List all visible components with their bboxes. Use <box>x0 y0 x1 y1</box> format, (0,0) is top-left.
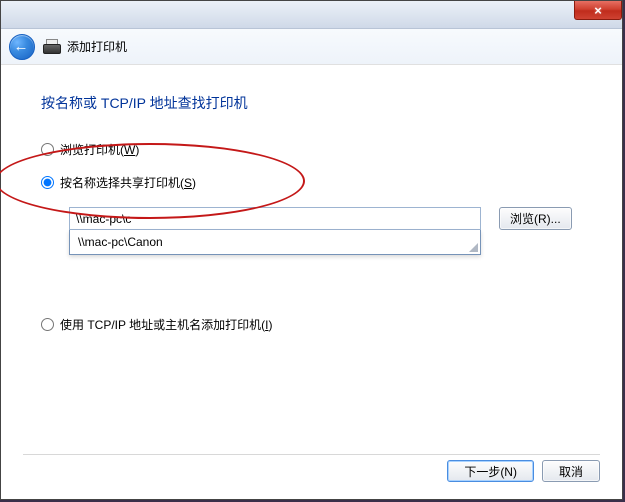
wizard-header: ← 添加打印机 <box>1 29 622 65</box>
back-arrow-icon: ← <box>14 39 29 54</box>
share-path-input[interactable] <box>69 207 481 230</box>
printer-icon <box>43 39 61 55</box>
wizard-title: 添加打印机 <box>67 38 127 55</box>
page-heading: 按名称或 TCP/IP 地址查找打印机 <box>41 93 582 113</box>
option-tcpip[interactable]: 使用 TCP/IP 地址或主机名添加打印机(I) <box>41 316 582 333</box>
option-select-label: 按名称选择共享打印机(S) <box>60 174 196 191</box>
resize-grip-icon[interactable] <box>468 242 478 252</box>
radio-tcpip[interactable] <box>41 318 54 331</box>
cancel-button[interactable]: 取消 <box>542 460 600 482</box>
option-browse-label: 浏览打印机(W) <box>60 141 139 158</box>
footer: 下一步(N) 取消 <box>23 454 600 482</box>
close-button[interactable]: × <box>574 1 622 20</box>
content-area: 按名称或 TCP/IP 地址查找打印机 浏览打印机(W) 按名称选择共享打印机(… <box>1 65 622 453</box>
close-icon: × <box>594 4 602 17</box>
share-path-block: 浏览(R)... \\mac-pc\Canon <box>69 207 582 230</box>
dialog-window: × ← 添加打印机 按名称或 TCP/IP 地址查找打印机 浏览打印机(W) 按… <box>0 0 623 500</box>
browse-button[interactable]: 浏览(R)... <box>499 207 572 230</box>
option-select-shared[interactable]: 按名称选择共享打印机(S) <box>41 174 582 191</box>
radio-select-shared[interactable] <box>41 176 54 189</box>
back-button[interactable]: ← <box>9 34 35 60</box>
next-button[interactable]: 下一步(N) <box>447 460 534 482</box>
radio-browse[interactable] <box>41 143 54 156</box>
titlebar[interactable]: × <box>1 1 622 29</box>
autocomplete-dropdown[interactable]: \\mac-pc\Canon <box>69 230 481 255</box>
autocomplete-item[interactable]: \\mac-pc\Canon <box>70 230 480 254</box>
option-tcpip-label: 使用 TCP/IP 地址或主机名添加打印机(I) <box>60 316 272 333</box>
option-browse[interactable]: 浏览打印机(W) <box>41 141 582 158</box>
